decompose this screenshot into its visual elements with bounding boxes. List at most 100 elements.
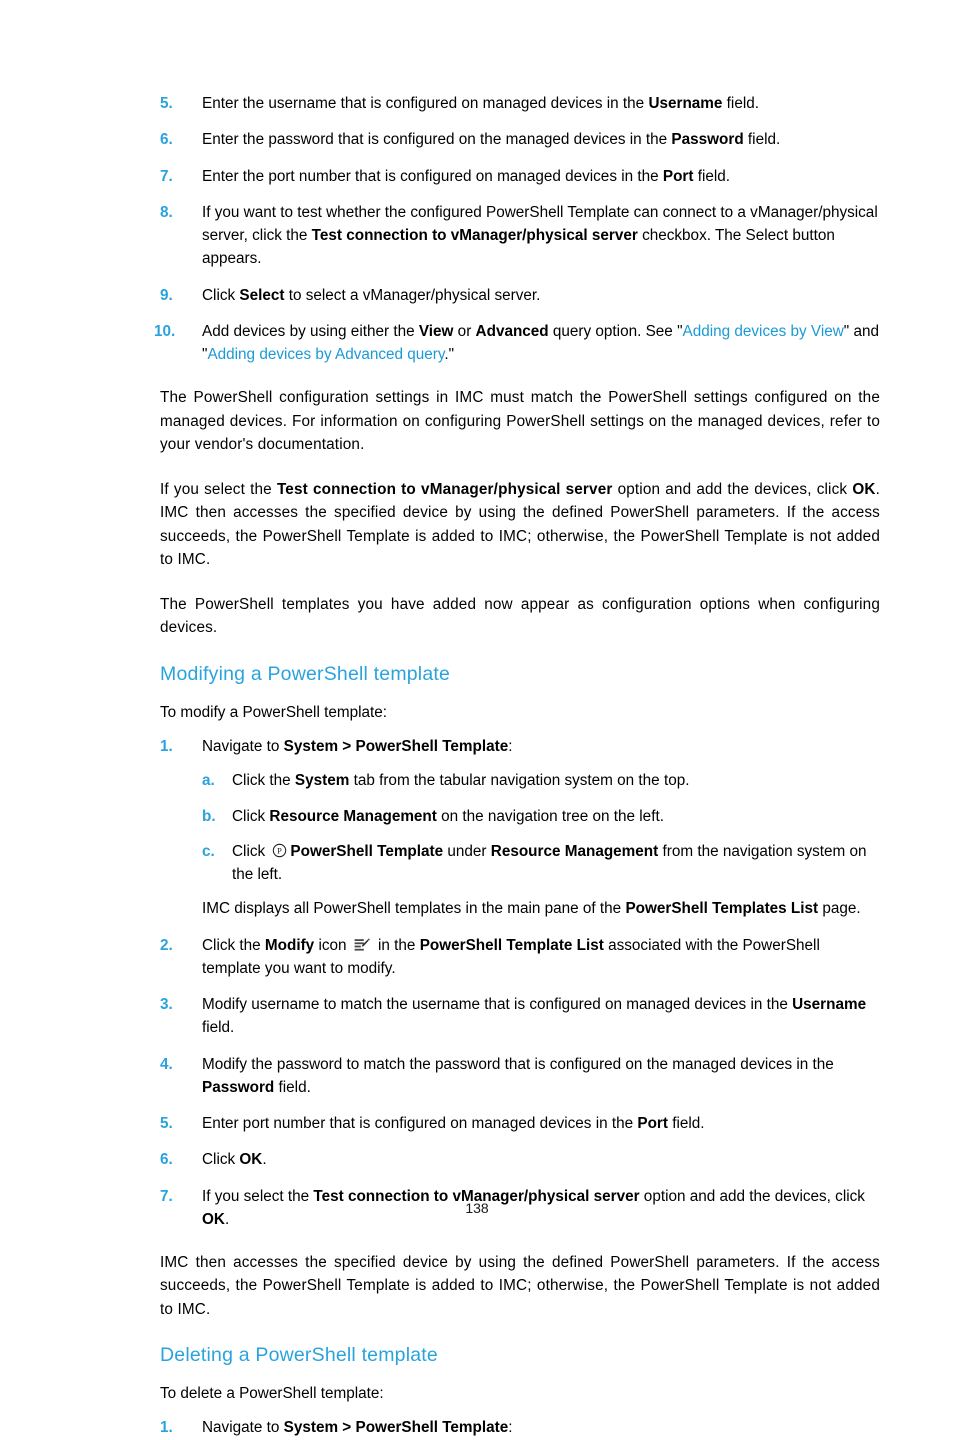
substep-text: Click Resource Management on the navigat… xyxy=(232,808,664,825)
step-text: Modify username to match the username th… xyxy=(202,996,866,1036)
step-marker: 6. xyxy=(160,1151,173,1169)
emphasis-text: System > PowerShell Template xyxy=(283,1419,509,1437)
step-marker: 9. xyxy=(160,286,173,304)
body-text: Click the xyxy=(232,772,295,790)
body-text: Modify username to match the username th… xyxy=(202,996,793,1014)
step-marker: 6. xyxy=(160,131,173,149)
step-item: 2. Click the Modify icon in the PowerShel… xyxy=(160,934,880,981)
para-modify-closing: IMC then accesses the specified device b… xyxy=(160,1251,880,1321)
emphasis-text: Username xyxy=(792,996,867,1014)
step-text: Click Select to select a vManager/physic… xyxy=(202,287,540,304)
body-text: The PowerShell configuration settings in… xyxy=(160,389,880,453)
body-text: field. xyxy=(667,1115,705,1133)
body-text: : xyxy=(508,1419,513,1437)
emphasis-text: PowerShell Templates List xyxy=(625,900,819,918)
body-text: Enter the port number that is configured… xyxy=(202,167,663,185)
body-text: on the navigation tree on the left. xyxy=(436,807,664,825)
body-text: Navigate to xyxy=(202,1419,284,1437)
cross-reference-link[interactable]: Adding devices by View xyxy=(683,323,844,340)
step-text: Enter the port number that is configured… xyxy=(202,168,730,185)
step-item: 5. Enter port number that is configured o… xyxy=(160,1112,880,1135)
step-item: 7. Enter the port number that is configur… xyxy=(160,165,880,188)
body-text: to select a vManager/physical server. xyxy=(284,286,541,304)
body-text: in the xyxy=(373,936,420,954)
page-number: 138 xyxy=(465,1200,489,1216)
substep-item: b. Click Resource Management on the navig… xyxy=(202,805,880,828)
step-item: 1. Navigate to System > PowerShell Templa… xyxy=(160,1416,880,1439)
step-text: If you want to test whether the configur… xyxy=(202,204,878,268)
body-text: Click xyxy=(202,1151,240,1169)
emphasis-text: OK xyxy=(852,481,876,498)
emphasis-text: Port xyxy=(662,167,694,185)
step-marker: 7. xyxy=(160,167,173,185)
body-text: option and add the devices, click xyxy=(612,481,853,498)
emphasis-text: Password xyxy=(202,1078,275,1096)
emphasis-text: PowerShell Template xyxy=(290,842,444,860)
emphasis-text: System xyxy=(294,772,350,790)
step-item: 5. Enter the username that is configured … xyxy=(160,92,880,115)
step-text: Navigate to System > PowerShell Template… xyxy=(202,738,512,755)
body-text: Click xyxy=(232,807,270,825)
document-page: 5. Enter the username that is configured … xyxy=(0,0,954,1436)
step-text: Navigate to System > PowerShell Template… xyxy=(202,1419,512,1436)
step-marker: 3. xyxy=(160,996,173,1014)
emphasis-text: PowerShell Template List xyxy=(419,936,604,954)
modify-pencil-icon xyxy=(354,937,370,952)
step-marker: 1. xyxy=(160,1419,173,1437)
steps-list-modify: 1. Navigate to System > PowerShell Templa… xyxy=(160,735,880,1231)
body-text: ." xyxy=(444,346,455,363)
body-text: Enter port number that is configured on … xyxy=(202,1115,638,1133)
para-templates-appear: The PowerShell templates you have added … xyxy=(160,593,880,640)
substep-item: c. Click P PowerShell Template under Resou… xyxy=(202,840,880,887)
emphasis-text: System > PowerShell Template xyxy=(283,738,509,756)
body-text: . xyxy=(262,1151,267,1169)
page-footer: 138 xyxy=(0,1200,954,1216)
step-item: 3. Modify username to match the username … xyxy=(160,993,880,1040)
emphasis-text: OK xyxy=(239,1151,263,1169)
emphasis-text: Test connection to vManager/physical ser… xyxy=(311,227,638,244)
substep-marker: a. xyxy=(202,772,215,790)
body-text: query option. See " xyxy=(548,322,683,340)
emphasis-text: View xyxy=(418,322,454,340)
body-text: Modify the password to match the passwor… xyxy=(202,1055,834,1073)
step-item: 10. Add devices by using either the View … xyxy=(154,320,880,367)
cross-reference-link[interactable]: Adding devices by Advanced query xyxy=(207,346,444,363)
body-text: Click the xyxy=(202,936,265,954)
emphasis-text: Username xyxy=(648,95,723,112)
para-powershell-config: The PowerShell configuration settings in… xyxy=(160,386,880,456)
body-text: Click xyxy=(202,286,240,304)
emphasis-text: Resource Management xyxy=(490,842,659,860)
step-marker: 5. xyxy=(160,95,173,112)
step-item: 9. Click Select to select a vManager/phys… xyxy=(160,284,880,307)
body-text: under xyxy=(443,842,491,860)
body-text: Enter the password that is configured on… xyxy=(202,131,672,149)
step-text: Add devices by using either the View or … xyxy=(202,323,879,363)
emphasis-text: Test connection to vManager/physical ser… xyxy=(276,481,613,498)
step-marker: 2. xyxy=(160,936,173,954)
step-item: 4. Modify the password to match the passw… xyxy=(160,1053,880,1100)
body-text: Enter the username that is configured on… xyxy=(202,95,649,112)
step-text: Enter the username that is configured on… xyxy=(202,95,759,112)
body-text: field. xyxy=(274,1078,311,1096)
step-item: 6. Click OK. xyxy=(160,1148,880,1171)
body-text: page. xyxy=(818,900,861,918)
step-item: 1. Navigate to System > PowerShell Templa… xyxy=(160,735,880,921)
svg-text:P: P xyxy=(278,846,283,856)
step-marker: 5. xyxy=(160,1115,173,1133)
body-text: icon xyxy=(314,936,351,954)
step-marker: 8. xyxy=(160,203,173,221)
emphasis-text: Modify xyxy=(264,936,315,954)
emphasis-text: Resource Management xyxy=(269,807,437,825)
emphasis-text: Select xyxy=(239,286,285,304)
body-text: : xyxy=(508,738,513,756)
step-marker: 10. xyxy=(154,322,176,340)
substep-text: Click the System tab from the tabular na… xyxy=(232,772,689,789)
step-item: 6. Enter the password that is configured … xyxy=(160,128,880,151)
body-text: field. xyxy=(693,167,731,185)
intro-delete: To delete a PowerShell template: xyxy=(160,1385,384,1403)
circled-p-icon: P xyxy=(272,842,287,858)
step-text: Modify the password to match the passwor… xyxy=(202,1056,834,1096)
body-text: If you select the xyxy=(160,481,277,498)
heading-modifying-powershell-template: Modifying a PowerShell template xyxy=(160,662,451,685)
body-text: Add devices by using either the xyxy=(202,322,419,340)
